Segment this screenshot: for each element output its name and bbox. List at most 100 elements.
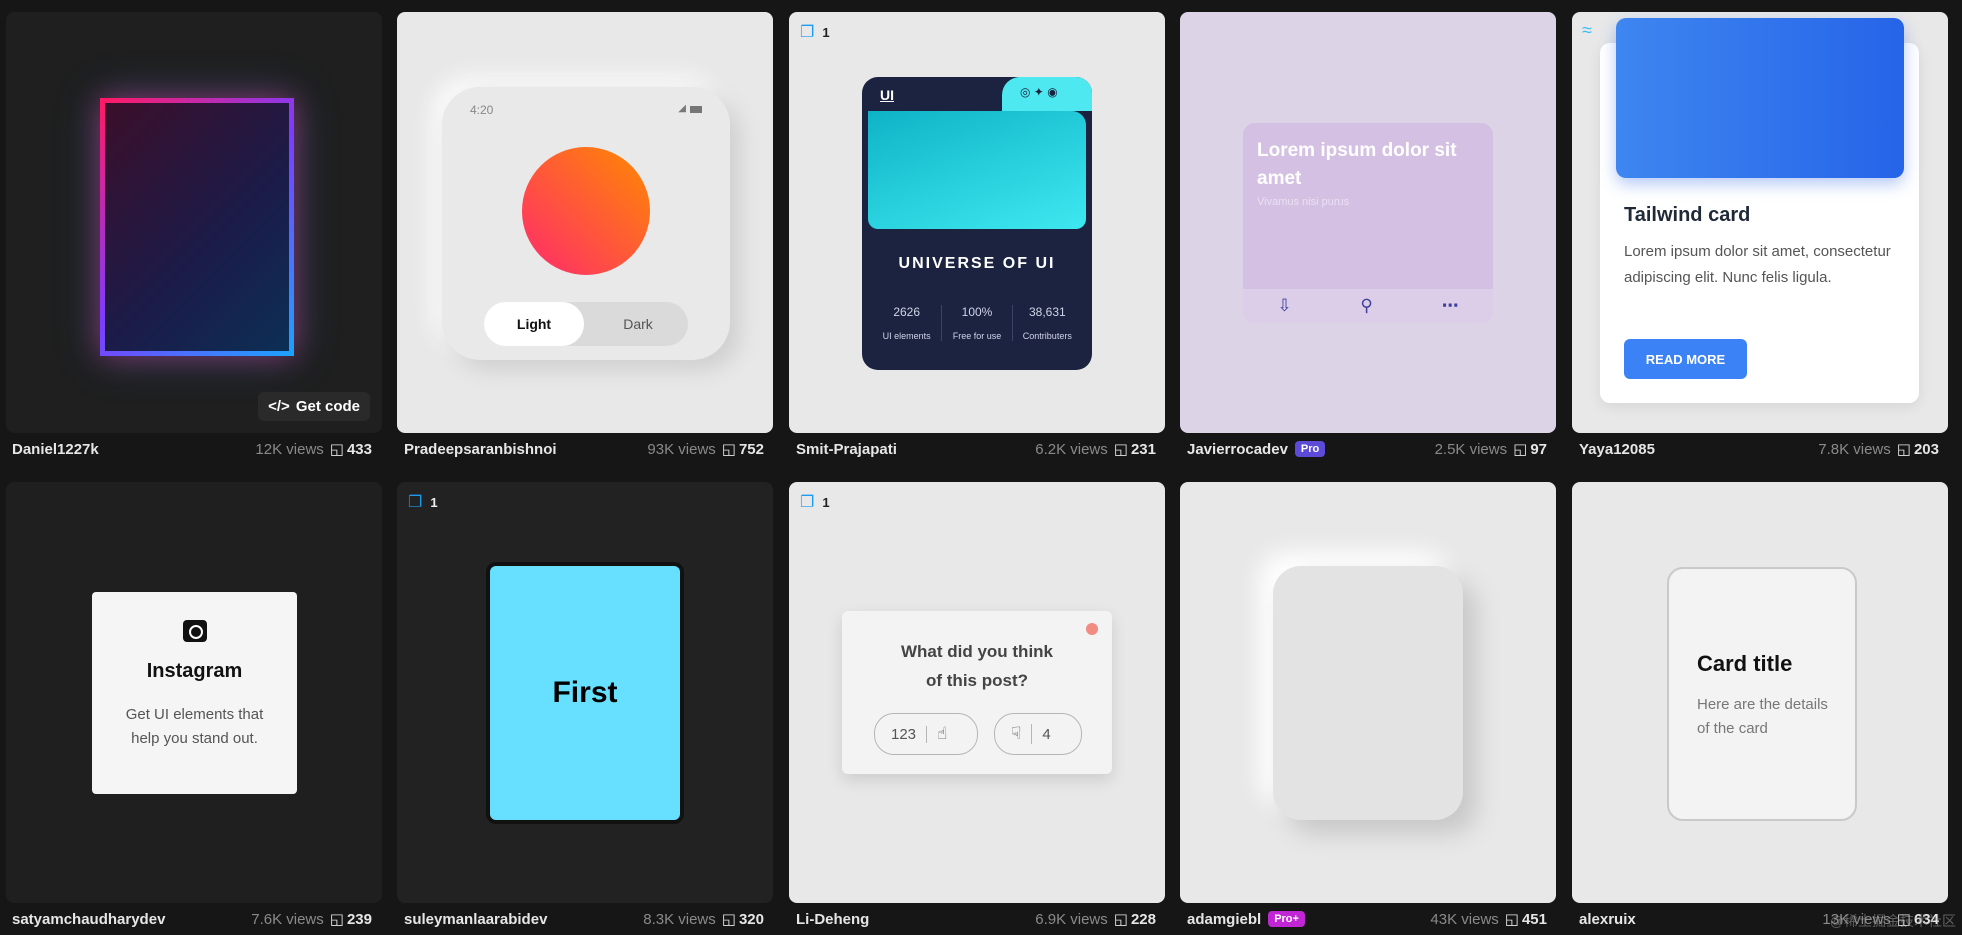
card-instagram[interactable]: Instagram Get UI elements that help you … [6,482,382,903]
views-count: 93K views [647,440,716,458]
dislike-button[interactable]: ☟ 4 [994,713,1082,755]
card-meta: suleymanlaarabidev 8.3K views ◱ 320 [404,906,764,932]
card-meta: satyamchaudharydev 7.6K views ◱ 239 [12,906,372,932]
card-universe[interactable]: ❐ 1 UI ◎ ✦ ◉ UNIVERSE OF UI 2626 UI elem… [789,12,1165,433]
author-name[interactable]: Pradeepsaranbishnoi [404,441,557,458]
feedback-card: What did you think of this post? 123 ☝ ☟… [842,611,1112,774]
paperclip-icon[interactable]: ⚲ [1360,296,1372,316]
social-icons[interactable]: ◎ ✦ ◉ [1020,85,1058,99]
copy-icon: ❐ [800,24,815,41]
get-code-button[interactable]: </> Get code [258,392,370,421]
bookmark-icon: ◱ [721,441,736,458]
neon-frame [100,98,294,356]
dark-option[interactable]: Dark [588,302,688,346]
watermark: @稀土掘金技术社区 [1829,913,1956,929]
card-tailwind[interactable]: ≈ Tailwind card Lorem ipsum dolor sit am… [1572,12,1948,433]
views-count: 8.3K views [643,910,716,928]
card-title: Card title [1697,651,1793,676]
author-name[interactable]: Yaya12085 [1579,441,1655,458]
instagram-body: Get UI elements that help you stand out. [125,706,264,747]
glass-subtitle: Vivamus nisi purus [1257,196,1350,208]
copy-icon: ❐ [800,494,815,511]
card-neumorphic[interactable] [1180,482,1556,903]
views-count: 12K views [255,440,324,458]
bookmark-icon: ◱ [1113,441,1128,458]
card-neon-frame[interactable]: </> Get code [6,12,382,433]
views-count: 6.9K views [1035,910,1108,928]
instagram-card: Instagram Get UI elements that help you … [92,592,297,794]
views-count: 43K views [1430,910,1499,928]
copy-icon: ❐ [408,494,423,511]
glass-title: Lorem ipsum dolor sit amet [1257,140,1457,189]
card-toggle-phone[interactable]: 4:20 ◢ Light Dark [397,12,773,433]
save-button[interactable]: ◱ 97 [1513,440,1547,459]
thumbs-up-icon: ☝ [937,724,948,743]
signal-icon: ◢ [678,103,686,114]
card-meta: Daniel1227k 12K views ◱ 433 [12,436,372,462]
bookmark-icon: ◱ [1513,441,1528,458]
save-button[interactable]: ◱ 203 [1896,440,1939,459]
bookmark-icon: ◱ [329,441,344,458]
save-button[interactable]: ◱ 231 [1113,440,1156,459]
bookmark-icon: ◱ [1896,441,1911,458]
author-name[interactable]: Daniel1227k [12,441,99,458]
glass-card: Lorem ipsum dolor sit amet Vivamus nisi … [1243,123,1493,323]
pro-badge: Pro [1294,441,1326,457]
save-button[interactable]: ◱ 239 [329,910,372,929]
card-title-card[interactable]: Card title Here are the details of the c… [1572,482,1948,903]
card-meta: Li-Deheng 6.9K views ◱ 228 [796,906,1156,932]
copy-counter: ❐ 1 [408,494,438,511]
stat-item: 100% Free for use [942,305,1013,341]
author-name[interactable]: Smit-Prajapati [796,441,897,458]
outlined-card: Card title Here are the details of the c… [1667,567,1857,821]
thumbs-down-icon: ☟ [995,724,1033,744]
bookmark-icon: ◱ [721,911,736,928]
pro-plus-badge: Pro+ [1268,911,1305,927]
author-name[interactable]: satyamchaudharydev [12,911,165,928]
card-title: Tailwind card [1624,204,1751,226]
save-button[interactable]: ◱ 228 [1113,910,1156,929]
card-meta: Yaya12085 7.8K views ◱ 203 [1579,436,1939,462]
save-button[interactable]: ◱ 752 [721,440,764,459]
stats-row: 2626 UI elements 100% Free for use 38,63… [872,305,1082,341]
gradient-screen [868,111,1086,229]
ui-logo: UI [880,87,894,103]
card-first[interactable]: ❐ 1 First [397,482,773,903]
views-count: 7.6K views [251,910,324,928]
more-icon[interactable]: ⋯ [1442,296,1459,316]
phone-time: 4:20 [470,103,494,117]
screen-tab: ◎ ✦ ◉ [1002,77,1092,111]
stat-item: 2626 UI elements [872,305,943,341]
read-more-button[interactable]: READ MORE [1624,339,1747,379]
light-option[interactable]: Light [484,302,584,346]
bookmark-icon: ◱ [329,911,344,928]
feedback-question: What did you think of this post? [900,642,1054,690]
theme-toggle[interactable]: Light Dark [484,302,688,346]
save-button[interactable]: ◱ 320 [721,910,764,929]
card-meta: Javierrocadev Pro 2.5K views ◱ 97 [1187,436,1547,462]
card-body: Lorem ipsum dolor sit amet, consectetur … [1624,243,1891,286]
author-name[interactable]: adamgiebl Pro+ [1187,911,1305,928]
download-icon[interactable]: ⇩ [1277,296,1291,316]
instagram-title: Instagram [146,660,243,682]
tailwind-icon: ≈ [1582,20,1592,40]
universe-title: UNIVERSE OF UI [898,255,1056,272]
bookmark-icon: ◱ [1113,911,1128,928]
card-hero [1616,18,1904,178]
author-name[interactable]: Li-Deheng [796,911,869,928]
card-glass[interactable]: Lorem ipsum dolor sit amet Vivamus nisi … [1180,12,1556,433]
card-body: Here are the details of the card [1697,696,1828,737]
author-name[interactable]: alexruix [1579,911,1636,928]
card-meta: Pradeepsaranbishnoi 93K views ◱ 752 [404,436,764,462]
save-button[interactable]: ◱ 451 [1505,910,1547,929]
phone-frame: 4:20 ◢ Light Dark [442,87,730,360]
neumorphic-card [1273,566,1463,820]
author-name[interactable]: Javierrocadev Pro [1187,441,1326,458]
author-name[interactable]: suleymanlaarabidev [404,911,547,928]
status-dot [1086,623,1098,635]
card-feedback[interactable]: ❐ 1 What did you think of this post? 123… [789,482,1165,903]
camera-icon [182,620,207,642]
glass-actions: ⇩ ⚲ ⋯ [1243,289,1493,323]
save-button[interactable]: ◱ 433 [329,440,372,459]
like-button[interactable]: 123 ☝ [874,713,978,755]
